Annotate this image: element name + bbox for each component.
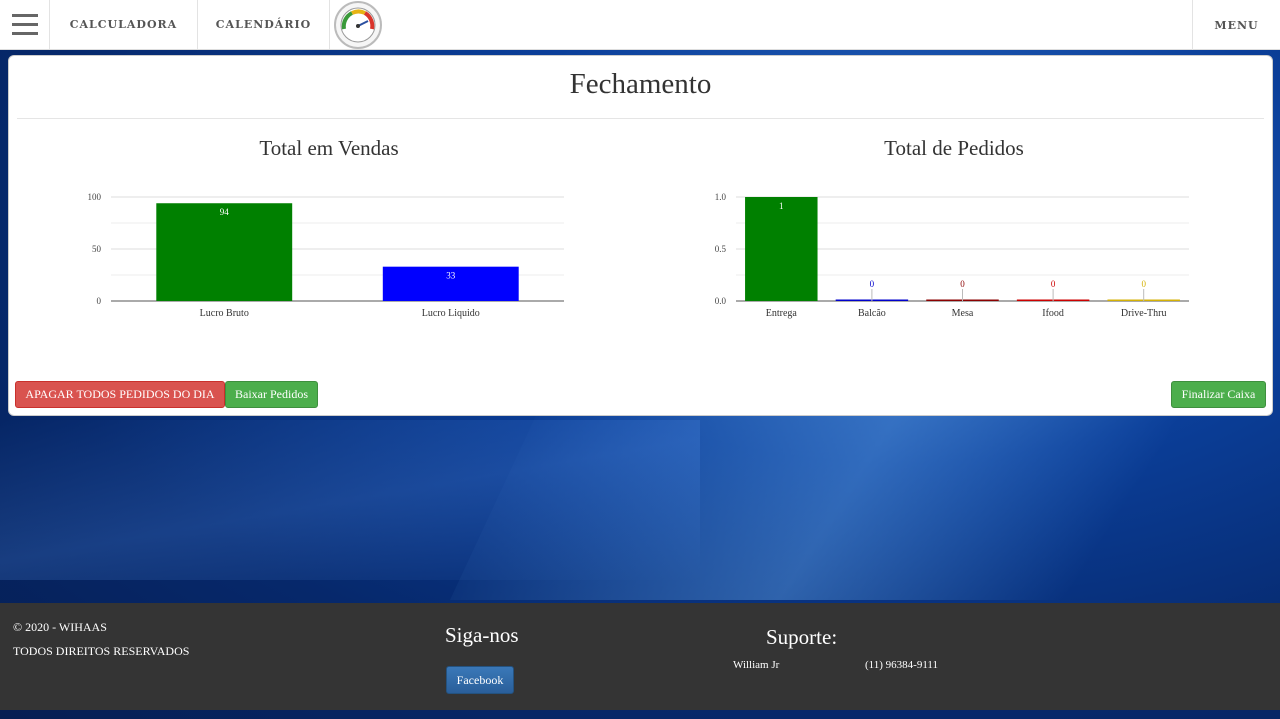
speedometer-icon [334, 0, 382, 49]
x-category-label: Entrega [766, 308, 798, 319]
y-tick-label: 100 [88, 192, 102, 202]
title-divider [17, 118, 1264, 119]
bar-data-label: 0 [1141, 279, 1146, 289]
x-category-label: Lucro Liquido [422, 308, 480, 319]
chart-bar [156, 203, 293, 301]
download-orders-button[interactable]: Baixar Pedidos [225, 381, 318, 408]
rights-text: TODOS DIREITOS RESERVADOS [13, 644, 190, 658]
bar-data-label: 33 [446, 271, 456, 281]
delete-all-orders-button[interactable]: APAGAR TODOS PEDIDOS DO DIA [15, 381, 225, 408]
closing-panel: Fechamento Total em Vendas Total de Pedi… [8, 55, 1273, 416]
nav-menu-link[interactable]: MENU [1192, 0, 1280, 50]
nav-calculator-link[interactable]: CALCULADORA [50, 0, 198, 49]
bar-data-label: 0 [1051, 279, 1056, 289]
x-category-label: Balcão [858, 308, 886, 319]
y-tick-label: 1.0 [715, 192, 727, 202]
top-navbar: CALCULADORA CALENDÁRIO MENU [0, 0, 1280, 50]
x-category-label: Ifood [1042, 308, 1064, 319]
support-phone: (11) 96384-9111 [865, 659, 939, 671]
nav-calendar-link[interactable]: CALENDÁRIO [198, 0, 330, 49]
chart-bar [745, 197, 818, 301]
speedometer-logo[interactable] [330, 0, 386, 49]
follow-heading: Siga-nos [445, 623, 519, 647]
orders-bar-chart: 0.0 0.5 1.0 1 Entrega 0 Balcão 0 Mesa 0 Ifood 0 Driv… [715, 192, 1189, 319]
finalize-cashier-button[interactable]: Finalizar Caixa [1171, 381, 1266, 408]
bar-data-label: 1 [779, 201, 784, 211]
bar-data-label: 94 [220, 207, 230, 217]
y-tick-label: 50 [92, 244, 102, 254]
facebook-button[interactable]: Facebook [446, 666, 514, 694]
sales-bar-chart: 0 50 100 94 Lucro Bruto 33 Lucro Liquido [88, 192, 564, 319]
background-streak [0, 420, 700, 580]
x-category-label: Mesa [952, 308, 974, 319]
bar-data-label: 0 [870, 279, 875, 289]
sales-chart-title: Total em Vendas [259, 136, 399, 160]
support-heading: Suporte: [766, 625, 838, 649]
y-tick-label: 0.5 [715, 244, 727, 254]
orders-chart-title: Total de Pedidos [884, 136, 1024, 160]
x-category-label: Lucro Bruto [200, 308, 249, 319]
bar-data-label: 0 [960, 279, 965, 289]
hamburger-menu-icon[interactable] [0, 0, 50, 49]
support-name: William Jr [733, 659, 780, 671]
x-category-label: Drive-Thru [1121, 308, 1167, 319]
copyright-text: © 2020 - WIHAAS [13, 620, 107, 634]
y-tick-label: 0.0 [715, 296, 727, 306]
footer: © 2020 - WIHAAS TODOS DIREITOS RESERVADO… [0, 603, 1280, 710]
y-tick-label: 0 [97, 296, 102, 306]
page-title: Fechamento [569, 68, 712, 100]
